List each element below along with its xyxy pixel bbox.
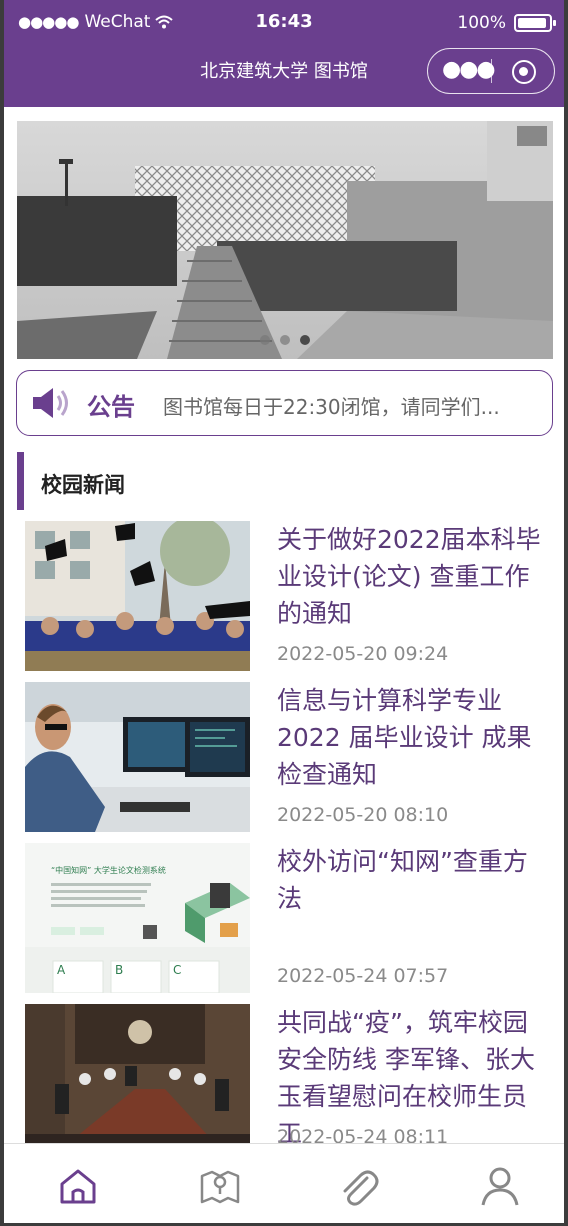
more-button[interactable]: ●●● [442,57,496,82]
news-item[interactable]: 共同战“疫”，筑牢校园安全防线 李军锋、张大玉看望慰问在校师生员工 2022-0… [25,1004,555,1143]
section-title: 校园新闻 [41,473,125,497]
news-title[interactable]: 关于做好2022届本科毕业设计(论文) 查重工作的通知 [277,521,547,632]
news-section-header: 校园新闻 [17,452,317,510]
section-accent-bar [17,452,24,510]
user-icon[interactable] [478,1164,522,1208]
news-date: 2022-05-20 08:10 [277,804,449,826]
carousel-dots [17,335,553,345]
capsule-divider [491,59,492,83]
paperclip-icon[interactable] [337,1164,381,1208]
news-date: 2022-05-24 08:11 [277,1126,449,1143]
close-target-button[interactable] [512,60,536,84]
battery-label: 100% [457,13,506,33]
news-thumbnail [25,521,250,671]
news-item[interactable]: 信息与计算科学专业2022 届毕业设计 成果检查通知 2022-05-20 08… [25,682,555,832]
news-item[interactable]: 关于做好2022届本科毕业设计(论文) 查重工作的通知 2022-05-20 0… [25,521,555,671]
carousel-dot[interactable] [260,335,270,345]
notice-bar[interactable]: 公告 图书馆每日于22:30闭馆，请同学们... [16,370,553,436]
notice-label: 公告 [87,393,135,421]
speaker-icon [33,388,68,418]
banner-carousel[interactable] [17,121,553,359]
thumbnail-card-label: C [173,963,182,977]
news-title[interactable]: 共同战“疫”，筑牢校园安全防线 李军锋、张大玉看望慰问在校师生员工 [277,1004,547,1143]
battery-icon [514,14,556,32]
news-thumbnail [25,682,250,832]
news-thumbnail: “中国知网” 大学生论文检测系统 A B C [25,843,250,993]
notice-text[interactable]: 图书馆每日于22:30闭馆，请同学们... [163,391,543,420]
thumbnail-card-label: B [115,963,124,977]
mini-program-capsule: ●●● [427,48,555,94]
home-icon[interactable] [56,1164,100,1208]
news-item[interactable]: “中国知网” 大学生论文检测系统 A B C 校外访问“知网”查重方法 2022… [25,843,555,993]
map-icon[interactable] [198,1164,242,1208]
news-date: 2022-05-24 07:57 [277,965,449,987]
news-title[interactable]: 校外访问“知网”查重方法 [277,843,547,917]
tab-bar [4,1143,564,1223]
header: ●●●●● WeChat 16:43 100% 北京建筑大学 图书馆 ●●● [4,0,564,107]
news-thumbnail [25,1004,250,1143]
news-date: 2022-05-20 09:24 [277,643,449,665]
carousel-dot[interactable] [280,335,290,345]
thumbnail-card-label: A [57,963,66,977]
carousel-dot-active[interactable] [300,335,310,345]
news-title[interactable]: 信息与计算科学专业2022 届毕业设计 成果检查通知 [277,682,547,793]
banner-image [17,121,553,359]
status-bar: ●●●●● WeChat 16:43 100% [4,0,564,44]
app-frame: ●●●●● WeChat 16:43 100% 北京建筑大学 图书馆 ●●● 公… [0,0,568,1226]
battery: 100% [457,13,556,33]
news-list: 关于做好2022届本科毕业设计(论文) 查重工作的通知 2022-05-20 0… [4,521,564,1143]
